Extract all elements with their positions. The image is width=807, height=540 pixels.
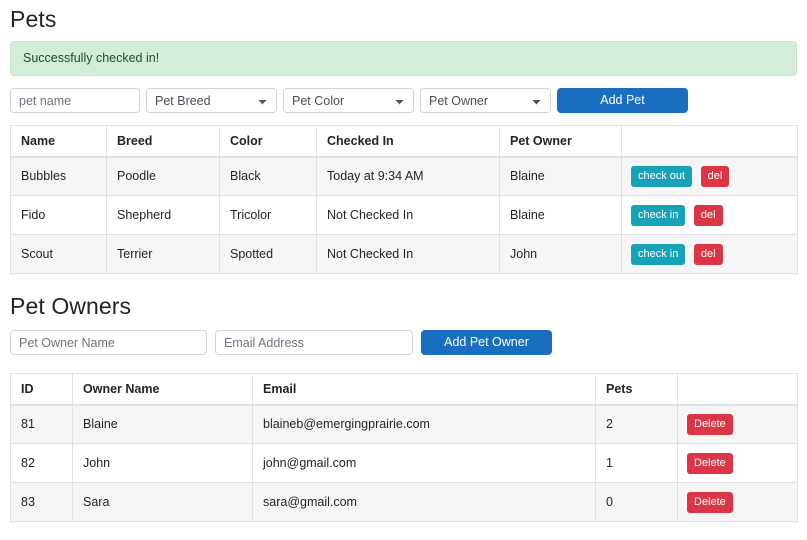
- pet-breed-select[interactable]: Pet Breed: [146, 88, 277, 113]
- owner-name-cell: John: [72, 443, 253, 483]
- pets-table-header-row: Name Breed Color Checked In Pet Owner: [10, 125, 798, 158]
- pet-owner-cell: Blaine: [499, 156, 622, 196]
- pet-breed-cell: Terrier: [106, 234, 220, 274]
- owner-id-cell: 82: [10, 443, 73, 483]
- table-row: 82 John john@gmail.com 1 Delete: [10, 443, 798, 483]
- pet-checkedin-cell: Not Checked In: [316, 234, 500, 274]
- owner-actions-cell: Delete: [677, 443, 798, 483]
- pet-name-input[interactable]: [10, 88, 140, 113]
- owner-actions-cell: Delete: [677, 482, 798, 522]
- owner-name-input[interactable]: [10, 330, 207, 355]
- owners-title-wrapper: Pet Owners: [10, 295, 797, 318]
- success-alert: Successfully checked in!: [10, 41, 797, 76]
- owner-pets-count-cell: 0: [595, 482, 678, 522]
- pets-col-color: Color: [219, 125, 317, 158]
- owners-table-body: 81 Blaine blaineb@emergingprairie.com 2 …: [10, 404, 798, 522]
- pet-color-select[interactable]: Pet Color: [283, 88, 414, 113]
- table-row: 83 Sara sara@gmail.com 0 Delete: [10, 482, 798, 522]
- owners-col-pets: Pets: [595, 373, 678, 406]
- owner-name-cell: Sara: [72, 482, 253, 522]
- add-pet-form: Pet Breed Pet Color Pet Owner Add Pet: [10, 88, 797, 113]
- pet-owner-select[interactable]: Pet Owner: [420, 88, 551, 113]
- pets-col-name: Name: [10, 125, 107, 158]
- pet-name-cell: Scout: [10, 234, 107, 274]
- pet-delete-button[interactable]: del: [693, 204, 723, 226]
- owner-delete-button[interactable]: Delete: [687, 413, 733, 435]
- pets-table-body: Bubbles Poodle Black Today at 9:34 AM Bl…: [10, 156, 798, 274]
- pets-col-owner: Pet Owner: [499, 125, 622, 158]
- pet-name-cell: Fido: [10, 195, 107, 235]
- owner-email-cell: sara@gmail.com: [252, 482, 596, 522]
- table-row: Fido Shepherd Tricolor Not Checked In Bl…: [10, 195, 798, 235]
- pets-col-actions: [621, 125, 798, 158]
- pet-delete-button[interactable]: del: [693, 243, 723, 265]
- owners-col-email: Email: [252, 373, 596, 406]
- pet-checkedin-cell: Today at 9:34 AM: [316, 156, 500, 196]
- table-row: Bubbles Poodle Black Today at 9:34 AM Bl…: [10, 156, 798, 196]
- pets-page-title: Pets: [10, 6, 57, 32]
- pet-delete-button[interactable]: del: [700, 165, 730, 187]
- pet-checkedin-cell: Not Checked In: [316, 195, 500, 235]
- owners-table: ID Owner Name Email Pets 81 Blaine blain…: [10, 373, 798, 522]
- pet-color-cell: Black: [219, 156, 317, 196]
- pets-table-wrapper: Name Breed Color Checked In Pet Owner Bu…: [10, 125, 798, 274]
- pet-owner-cell: Blaine: [499, 195, 622, 235]
- pet-actions-cell: check out del: [621, 156, 798, 196]
- owner-email-input[interactable]: [215, 330, 413, 355]
- pet-check-toggle-button[interactable]: check in: [631, 204, 686, 226]
- owner-email-cell: john@gmail.com: [252, 443, 596, 483]
- owners-table-head: ID Owner Name Email Pets: [10, 373, 798, 406]
- pet-owner-cell: John: [499, 234, 622, 274]
- pet-breed-cell: Shepherd: [106, 195, 220, 235]
- owner-id-cell: 81: [10, 404, 73, 444]
- table-row: Scout Terrier Spotted Not Checked In Joh…: [10, 234, 798, 274]
- owner-delete-button[interactable]: Delete: [687, 491, 733, 513]
- pet-actions-cell: check in del: [621, 234, 798, 274]
- owner-id-cell: 83: [10, 482, 73, 522]
- owners-col-id: ID: [10, 373, 73, 406]
- pets-col-breed: Breed: [106, 125, 220, 158]
- pet-actions-cell: check in del: [621, 195, 798, 235]
- owners-table-header-row: ID Owner Name Email Pets: [10, 373, 798, 406]
- owner-delete-button[interactable]: Delete: [687, 452, 733, 474]
- owner-email-cell: blaineb@emergingprairie.com: [252, 404, 596, 444]
- add-pet-owner-button[interactable]: Add Pet Owner: [421, 330, 552, 355]
- pets-table-head: Name Breed Color Checked In Pet Owner: [10, 125, 798, 158]
- table-row: 81 Blaine blaineb@emergingprairie.com 2 …: [10, 404, 798, 444]
- pet-color-cell: Tricolor: [219, 195, 317, 235]
- pet-breed-cell: Poodle: [106, 156, 220, 196]
- owner-actions-cell: Delete: [677, 404, 798, 444]
- pet-check-toggle-button[interactable]: check out: [631, 165, 693, 187]
- pet-check-toggle-button[interactable]: check in: [631, 243, 686, 265]
- success-alert-message: Successfully checked in!: [23, 51, 160, 65]
- owners-col-name: Owner Name: [72, 373, 253, 406]
- owners-page-title: Pet Owners: [10, 293, 132, 319]
- add-pet-button[interactable]: Add Pet: [557, 88, 688, 113]
- owner-pets-count-cell: 1: [595, 443, 678, 483]
- pets-table: Name Breed Color Checked In Pet Owner Bu…: [10, 125, 798, 274]
- pets-col-checkedin: Checked In: [316, 125, 500, 158]
- owners-col-actions: [677, 373, 798, 406]
- owners-table-wrapper: ID Owner Name Email Pets 81 Blaine blain…: [10, 373, 798, 522]
- pet-color-cell: Spotted: [219, 234, 317, 274]
- add-owner-form: Add Pet Owner: [10, 330, 797, 355]
- page-container: Pets Successfully checked in! Pet Breed …: [0, 0, 807, 522]
- pet-name-cell: Bubbles: [10, 156, 107, 196]
- owner-name-cell: Blaine: [72, 404, 253, 444]
- owner-pets-count-cell: 2: [595, 404, 678, 444]
